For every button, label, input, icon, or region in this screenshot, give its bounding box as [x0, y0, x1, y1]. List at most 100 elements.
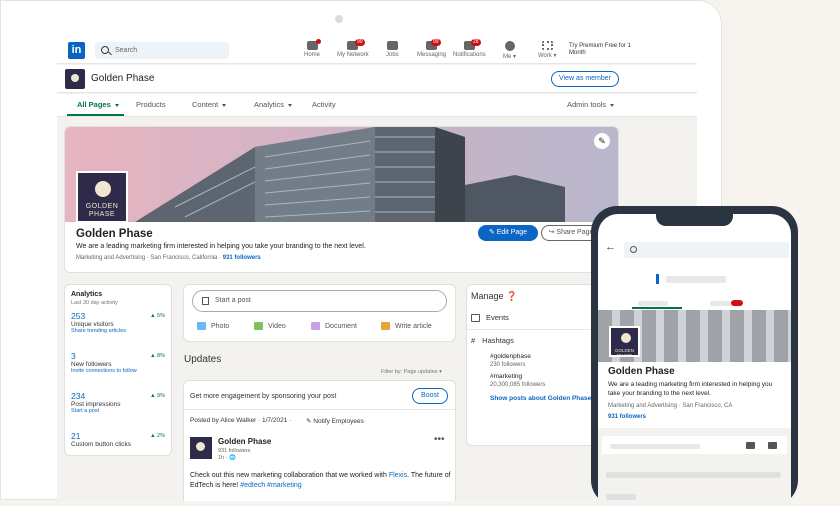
updates-filter[interactable]: Filter by: Page updates ▾ — [381, 369, 442, 375]
nav-notifications-label: Notifications — [453, 52, 486, 58]
hashtag-links[interactable]: #edtech #marketing — [240, 482, 301, 489]
flexis-link[interactable]: Flexis — [389, 472, 407, 479]
company-meta-text: Marketing and Advertising · San Francisc… — [76, 255, 222, 261]
photo-button[interactable]: Photo — [197, 322, 229, 330]
back-arrow-icon[interactable]: ← — [605, 241, 616, 253]
stat-change-value: 2% — [157, 433, 165, 439]
stat-link[interactable]: Invite connections to follow — [71, 368, 167, 374]
hashtag-item[interactable]: #marketing — [490, 373, 522, 380]
tab-admin-tools[interactable]: Admin tools — [567, 100, 615, 109]
page-hero-card: ✎ GOLDEN PHASE Golden Phase We are a lea… — [65, 127, 618, 272]
nav-work-label: Work ▾ — [538, 53, 557, 59]
show-posts-link[interactable]: Show posts about Golden Phase — [490, 395, 591, 402]
phone-company-tagline: We are a leading marketing firm interest… — [608, 381, 773, 397]
tab-all-pages[interactable]: All Pages — [77, 100, 119, 109]
stat-label: Post impressions — [71, 401, 121, 408]
company-meta: Marketing and Advertising · San Francisc… — [76, 255, 261, 261]
stat-custom-button-clicks: 21 Custom button clicks ▲ 2% — [71, 431, 167, 448]
photo-label: Photo — [211, 322, 230, 330]
events-row[interactable]: Events — [471, 313, 509, 323]
active-tab-indicator — [632, 307, 682, 309]
jobs-icon — [386, 41, 398, 50]
nav-messaging-label: Messaging — [417, 52, 447, 58]
video-icon — [254, 322, 263, 330]
phone-search-input[interactable] — [624, 242, 789, 258]
phone-followers[interactable]: 931 followers — [608, 414, 646, 420]
try-premium-link[interactable]: Try Premium Free for 1 Month — [569, 43, 639, 57]
phone-company-meta: Marketing and Advertising · San Francisc… — [608, 403, 733, 409]
post-author-followers: 931 followers — [218, 448, 251, 454]
analytics-subtitle: Last 30 day activity — [71, 300, 118, 306]
followers-link[interactable]: 931 followers — [223, 255, 261, 261]
tab-analytics[interactable]: Analytics — [254, 100, 293, 109]
grid-icon — [541, 41, 553, 50]
page-header-bar: Golden Phase View as member — [57, 65, 697, 93]
tab-activity[interactable]: Activity — [312, 100, 336, 109]
messaging-badge: 99 — [431, 39, 441, 46]
nav-me[interactable]: Me ▾ — [503, 41, 516, 60]
avatar — [504, 41, 515, 51]
edit-cover-pencil-icon[interactable]: ✎ — [594, 133, 610, 149]
placeholder-bar — [606, 494, 636, 500]
logo-text-line1: GOLDEN — [85, 203, 119, 210]
stat-change: ▲ 2% — [150, 433, 165, 439]
tab-all-pages-label: All Pages — [77, 100, 111, 109]
stat-unique-visitors: 253 Unique visitors Share trending artic… — [71, 311, 167, 334]
start-post-input[interactable]: Start a post — [192, 290, 447, 312]
chevron-down-icon — [222, 103, 227, 107]
search-icon — [101, 46, 109, 54]
tab-products[interactable]: Products — [136, 100, 166, 109]
nav-notifications[interactable]: Notifications 28 — [453, 39, 486, 58]
linkedin-logo-icon[interactable]: in — [68, 42, 85, 59]
boost-button[interactable]: Boost — [412, 388, 448, 404]
stat-link[interactable]: Start a post — [71, 408, 167, 414]
hashtag-item[interactable]: #goldenphase — [490, 353, 531, 360]
phone-company-logo: GOLDEN PHASE — [609, 326, 640, 358]
camera-icon[interactable] — [768, 442, 777, 449]
placeholder-bar — [610, 444, 700, 449]
document-button[interactable]: Document — [311, 322, 357, 330]
stat-new-followers: 3 New followers Invite connections to fo… — [71, 351, 167, 374]
document-icon — [311, 322, 320, 330]
manage-title: Manage ❓ — [471, 291, 518, 301]
notification-badge — [731, 300, 743, 306]
stat-link[interactable]: Share trending articles — [71, 328, 167, 334]
moon-icon — [621, 333, 631, 343]
stat-label: Custom button clicks — [71, 441, 131, 448]
nav-jobs[interactable]: Jobs — [386, 41, 399, 58]
search-placeholder: Search — [115, 47, 138, 54]
company-name: Golden Phase — [76, 228, 153, 240]
post-author-name[interactable]: Golden Phase — [218, 437, 271, 446]
search-input[interactable]: Search — [95, 42, 229, 59]
divider — [184, 409, 455, 410]
company-logo-small — [65, 69, 85, 89]
edit-page-button[interactable]: ✎ Edit Page — [478, 225, 538, 241]
tab-content[interactable]: Content — [192, 100, 227, 109]
nav-my-network[interactable]: My Network 99 — [337, 39, 369, 58]
hashtags-row[interactable]: # Hashtags — [471, 336, 514, 345]
chevron-down-icon — [610, 103, 615, 107]
stat-change: ▲ 9% — [150, 393, 165, 399]
phone-company-name: Golden Phase — [608, 366, 675, 377]
hashtag-followers: 20,300,085 followers — [490, 382, 546, 388]
video-icon[interactable] — [746, 442, 755, 449]
nav-home[interactable]: Home — [304, 39, 321, 58]
notify-employees-label: Notify Employees — [313, 418, 364, 425]
more-options-icon[interactable]: ••• — [434, 434, 445, 445]
nav-jobs-label: Jobs — [386, 52, 399, 58]
company-logo: GOLDEN PHASE — [76, 171, 128, 223]
video-button[interactable]: Video — [254, 322, 286, 330]
updates-heading: Updates — [184, 354, 222, 365]
start-post-placeholder: Start a post — [215, 297, 251, 304]
document-label: Document — [325, 322, 357, 330]
phone-notch — [656, 214, 733, 226]
view-as-member-button[interactable]: View as member — [551, 71, 619, 87]
write-article-button[interactable]: Write article — [381, 322, 432, 330]
stat-change-value: 9% — [157, 393, 165, 399]
nav-messaging[interactable]: Messaging 99 — [417, 39, 447, 58]
chevron-down-icon — [288, 103, 293, 107]
nav-work[interactable]: Work ▾ — [538, 41, 557, 59]
notify-employees-button[interactable]: ✎ Notify Employees — [306, 417, 364, 425]
article-icon — [381, 322, 390, 330]
sponsor-prompt: Get more engagement by sponsoring your p… — [190, 393, 337, 400]
